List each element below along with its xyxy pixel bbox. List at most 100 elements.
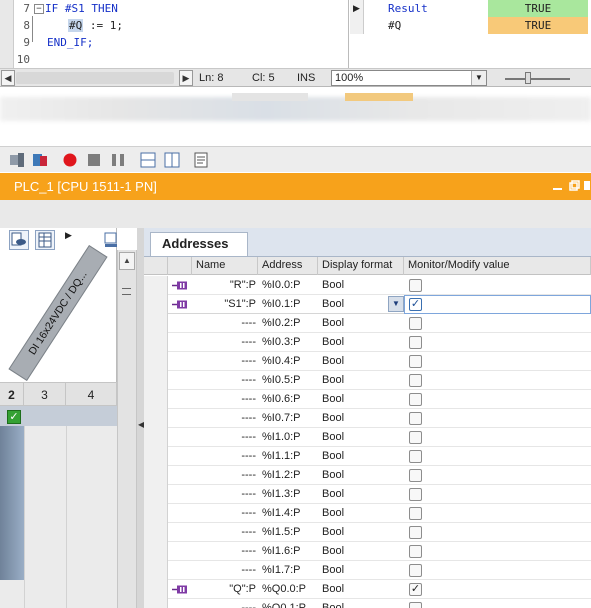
- table-row[interactable]: ---- %I1.7:P Bool: [144, 561, 591, 580]
- scroll-grip-icon[interactable]: [122, 288, 131, 295]
- table-row[interactable]: ---- %I1.3:P Bool: [144, 485, 591, 504]
- modify-checkbox[interactable]: [409, 412, 422, 425]
- row-header[interactable]: [144, 466, 168, 485]
- row-header[interactable]: [144, 599, 168, 608]
- modify-checkbox[interactable]: [409, 526, 422, 539]
- table-row[interactable]: ---- %I0.3:P Bool: [144, 333, 591, 352]
- device-info-icon[interactable]: [104, 232, 118, 248]
- table-row[interactable]: "R":P %I0.0:P Bool: [144, 276, 591, 295]
- scroll-left-icon[interactable]: ◀: [1, 70, 15, 86]
- device-view-icon[interactable]: [9, 230, 29, 250]
- table-row[interactable]: ---- %I1.4:P Bool: [144, 504, 591, 523]
- split-vertical-icon[interactable]: [164, 152, 180, 168]
- column-name-header[interactable]: Name: [192, 257, 258, 275]
- modify-checkbox[interactable]: [409, 469, 422, 482]
- modify-checkbox[interactable]: [409, 431, 422, 444]
- stop-icon[interactable]: [86, 152, 102, 168]
- row-header[interactable]: [144, 295, 168, 314]
- table-row[interactable]: ---- %I1.5:P Bool: [144, 523, 591, 542]
- row-header[interactable]: [144, 371, 168, 390]
- zoom-select[interactable]: 100% ▼: [331, 70, 487, 86]
- display-format[interactable]: Bool: [322, 447, 344, 465]
- row-header[interactable]: [144, 409, 168, 428]
- chevron-down-icon[interactable]: ▼: [388, 296, 404, 312]
- modify-checkbox[interactable]: [409, 355, 422, 368]
- code-line[interactable]: 10: [12, 51, 47, 68]
- modify-checkbox[interactable]: [409, 564, 422, 577]
- row-header[interactable]: [144, 352, 168, 371]
- display-format[interactable]: Bool: [322, 580, 344, 598]
- row-header[interactable]: [144, 561, 168, 580]
- display-format[interactable]: Bool: [322, 428, 344, 446]
- expand-arrow-icon[interactable]: ▶: [350, 0, 364, 17]
- code-line[interactable]: 9 END_IF;: [12, 34, 93, 51]
- download-icon[interactable]: [32, 152, 48, 168]
- display-format[interactable]: Bool: [322, 523, 344, 541]
- expand-arrow-icon[interactable]: ▶: [65, 230, 72, 241]
- zoom-slider-track[interactable]: [505, 78, 570, 80]
- table-row[interactable]: ---- %I1.0:P Bool: [144, 428, 591, 447]
- row-header[interactable]: [144, 447, 168, 466]
- display-format[interactable]: Bool: [322, 371, 344, 389]
- modify-checkbox[interactable]: [409, 488, 422, 501]
- panel-splitter[interactable]: [137, 228, 144, 608]
- scroll-up-icon[interactable]: ▲: [119, 252, 135, 270]
- display-format[interactable]: Bool: [322, 504, 344, 522]
- modify-checkbox[interactable]: [409, 374, 422, 387]
- table-row[interactable]: ---- %I0.4:P Bool: [144, 352, 591, 371]
- row-header[interactable]: [144, 485, 168, 504]
- modify-checkbox[interactable]: [409, 450, 422, 463]
- column-monitor-header[interactable]: Monitor/Modify value: [404, 257, 591, 275]
- zoom-slider-handle[interactable]: [525, 72, 531, 84]
- display-format[interactable]: Bool: [322, 542, 344, 560]
- display-format[interactable]: Bool: [322, 409, 344, 427]
- horizontal-scroll-track[interactable]: [16, 72, 174, 84]
- table-row[interactable]: ---- %I0.5:P Bool: [144, 371, 591, 390]
- code-editor[interactable]: 7− IF #S1 THEN 8 #Q := 1; 9 END_IF; 10: [0, 0, 349, 68]
- restore-icon[interactable]: [569, 180, 580, 191]
- properties-icon[interactable]: [193, 152, 209, 168]
- display-format[interactable]: Bool: [322, 314, 344, 332]
- display-format[interactable]: Bool: [322, 352, 344, 370]
- row-header[interactable]: [144, 504, 168, 523]
- modify-checkbox[interactable]: [409, 393, 422, 406]
- go-online-icon[interactable]: [9, 152, 25, 168]
- modify-checkbox[interactable]: [409, 317, 422, 330]
- io-module[interactable]: [0, 426, 24, 580]
- row-header[interactable]: [144, 580, 168, 599]
- display-format[interactable]: Bool: [322, 485, 344, 503]
- row-header[interactable]: [144, 523, 168, 542]
- table-row[interactable]: "S1":P %I0.1:P Bool ▼ ✓: [144, 295, 591, 314]
- tab-addresses[interactable]: Addresses: [150, 232, 248, 256]
- modify-checkbox[interactable]: [409, 602, 422, 608]
- column-format-header[interactable]: Display format: [318, 257, 404, 275]
- row-header[interactable]: [144, 542, 168, 561]
- modify-checkbox[interactable]: [409, 279, 422, 292]
- table-row[interactable]: ---- %I0.2:P Bool: [144, 314, 591, 333]
- table-row[interactable]: ---- %I1.6:P Bool: [144, 542, 591, 561]
- table-row[interactable]: ---- %I0.7:P Bool: [144, 409, 591, 428]
- display-format[interactable]: Bool: [322, 333, 344, 351]
- minimize-icon[interactable]: [552, 180, 563, 191]
- table-row[interactable]: ---- %I1.2:P Bool: [144, 466, 591, 485]
- column-address-header[interactable]: Address: [258, 257, 318, 275]
- display-format[interactable]: Bool: [322, 466, 344, 484]
- display-format[interactable]: Bool: [322, 561, 344, 579]
- display-format[interactable]: Bool: [322, 599, 344, 608]
- modify-checkbox[interactable]: [409, 507, 422, 520]
- code-line[interactable]: 7− IF #S1 THEN: [12, 0, 118, 17]
- modify-checkbox[interactable]: ✓: [409, 583, 422, 596]
- table-row[interactable]: ---- %Q0.1:P Bool: [144, 599, 591, 608]
- chevron-down-icon[interactable]: ▼: [471, 71, 486, 85]
- row-header[interactable]: [144, 333, 168, 352]
- row-header[interactable]: [144, 276, 168, 295]
- display-format[interactable]: Bool: [322, 390, 344, 408]
- modify-checkbox[interactable]: ✓: [409, 298, 422, 311]
- scroll-right-icon[interactable]: ▶: [179, 70, 193, 86]
- code-line[interactable]: 8 #Q := 1;: [12, 17, 123, 34]
- pause-icon[interactable]: [110, 152, 126, 168]
- modify-checkbox[interactable]: [409, 336, 422, 349]
- fold-toggle-icon[interactable]: −: [34, 4, 44, 14]
- modify-checkbox[interactable]: [409, 545, 422, 558]
- row-header[interactable]: [144, 390, 168, 409]
